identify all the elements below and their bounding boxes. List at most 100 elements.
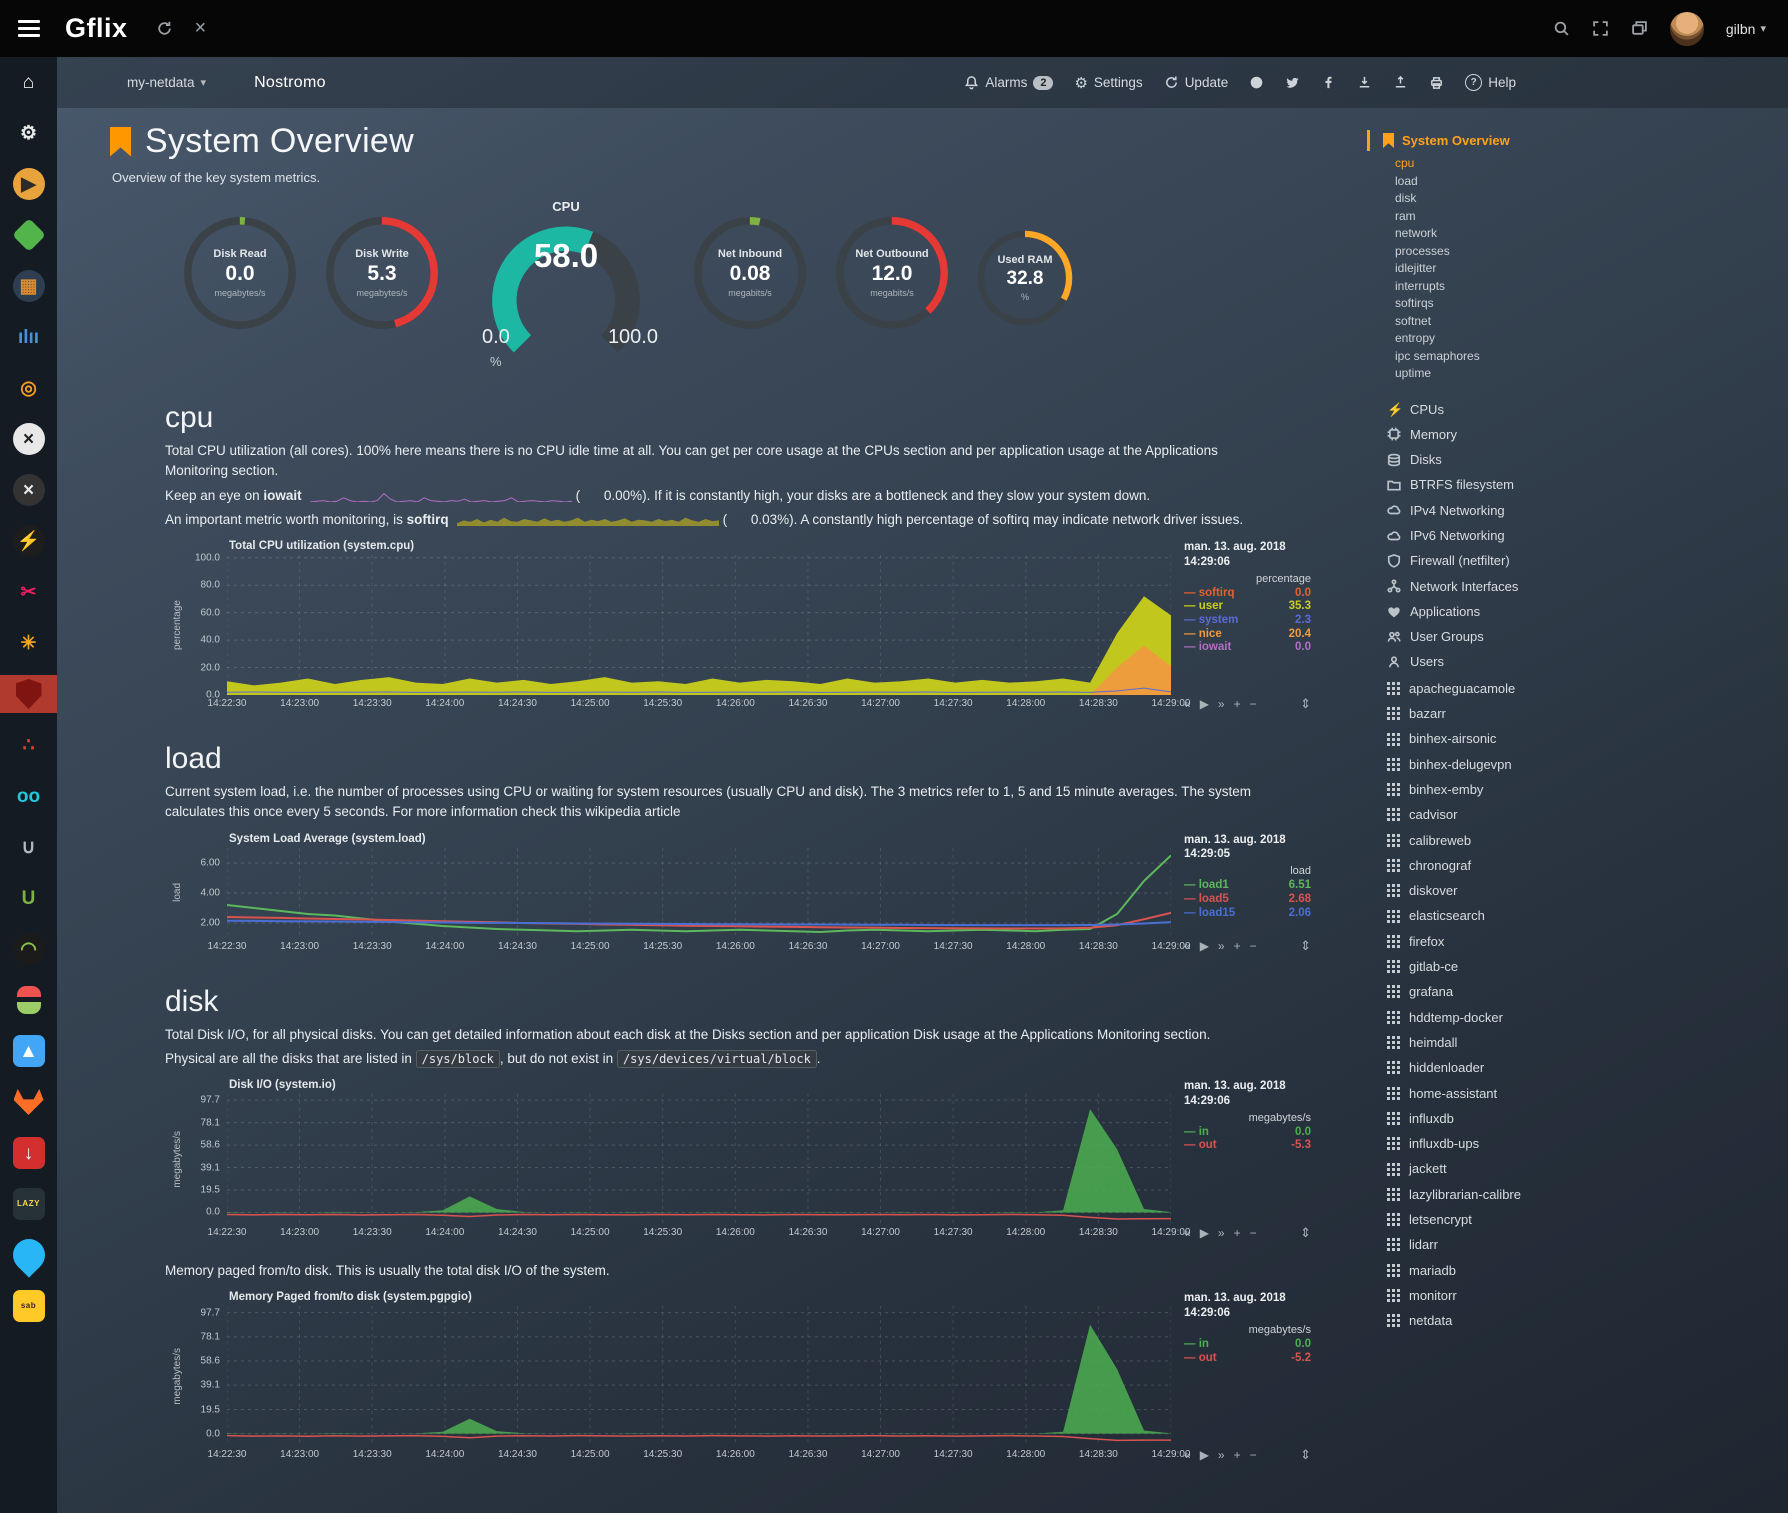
menu-app-item[interactable]: chronograf	[1387, 853, 1619, 878]
app-pills-icon[interactable]	[0, 981, 57, 1019]
chart-resize-icon[interactable]: ⇕	[1300, 1447, 1311, 1463]
help-button[interactable]: Help	[1465, 74, 1516, 91]
menu-section-btrfs[interactable]: BTRFS filesystem	[1387, 472, 1619, 497]
app-horseshoe-icon[interactable]: ∪	[0, 828, 57, 866]
menu-app-item[interactable]: diskover	[1387, 878, 1619, 903]
chart-tool-icon[interactable]: −	[1250, 939, 1257, 953]
home-icon[interactable]: ⌂	[0, 63, 57, 101]
app-cloud-icon[interactable]: oo	[0, 777, 57, 815]
menu-app-item[interactable]: hddtemp-docker	[1387, 1005, 1619, 1030]
cpu-gauge[interactable]: CPU 58.0 0.0 100.0 %	[466, 203, 666, 371]
menu-app-item[interactable]: gitlab-ce	[1387, 954, 1619, 979]
chart-plot[interactable]	[227, 848, 1171, 938]
app-gitlab-icon[interactable]	[0, 1083, 57, 1121]
disk-read-gauge[interactable]: Disk Read 0.0 megabytes/s	[182, 215, 298, 331]
menu-subitem[interactable]: softnet	[1395, 313, 1619, 331]
menu-app-item[interactable]: calibreweb	[1387, 828, 1619, 853]
menu-app-item[interactable]: apacheguacamole	[1387, 676, 1619, 701]
menu-section-firewall[interactable]: Firewall (netfilter)	[1387, 548, 1619, 573]
menu-section-user-groups[interactable]: User Groups	[1387, 624, 1619, 649]
legend-item[interactable]: system 2.3	[1184, 614, 1311, 628]
menu-app-item[interactable]: lidarr	[1387, 1232, 1619, 1257]
menu-app-item[interactable]: influxdb-ups	[1387, 1131, 1619, 1156]
user-avatar[interactable]	[1670, 12, 1704, 46]
fullscreen-icon[interactable]	[1592, 20, 1609, 37]
update-button[interactable]: Update	[1164, 75, 1229, 90]
chart-tool-icon[interactable]: »	[1218, 697, 1225, 711]
menu-app-item[interactable]: mariadb	[1387, 1258, 1619, 1283]
menu-subitem[interactable]: interrupts	[1395, 278, 1619, 296]
menu-app-item[interactable]: letsencrypt	[1387, 1207, 1619, 1232]
legend-item[interactable]: user 35.3	[1184, 600, 1311, 614]
menu-app-item[interactable]: binhex-delugevpn	[1387, 752, 1619, 777]
legend-item[interactable]: out -5.3	[1184, 1139, 1311, 1153]
chart-tool-icon[interactable]: ▶	[1200, 1226, 1209, 1240]
app-plex-icon[interactable]: ▶	[0, 165, 57, 203]
menu-system-overview[interactable]: System Overview	[1367, 130, 1619, 151]
app-hydra-icon[interactable]: ✳	[0, 624, 57, 662]
user-menu[interactable]: gilbn ▾	[1726, 21, 1766, 37]
app-upload-icon[interactable]: ▲	[0, 1032, 57, 1070]
menu-app-item[interactable]: jackett	[1387, 1156, 1619, 1181]
used-ram-gauge[interactable]: Used RAM 32.8 %	[976, 229, 1074, 327]
chart-tool-icon[interactable]: ▶	[1200, 1448, 1209, 1462]
settings-gear-icon[interactable]: ⚙	[0, 114, 57, 152]
app-snake-icon[interactable]: ◠	[0, 930, 57, 968]
menu-subitem[interactable]: softirqs	[1395, 295, 1619, 313]
menu-section-disks[interactable]: Disks	[1387, 447, 1619, 472]
menu-subitem[interactable]: network	[1395, 225, 1619, 243]
menu-app-item[interactable]: home-assistant	[1387, 1081, 1619, 1106]
chart-resize-icon[interactable]: ⇕	[1300, 938, 1311, 954]
menu-app-item[interactable]: elasticsearch	[1387, 903, 1619, 928]
menu-subitem[interactable]: load	[1395, 173, 1619, 191]
chart-tool-icon[interactable]: −	[1250, 1448, 1257, 1462]
github-button[interactable]	[1249, 75, 1264, 90]
chart-tool-icon[interactable]: +	[1234, 939, 1241, 953]
menu-section-users[interactable]: Users	[1387, 649, 1619, 674]
menu-subitem[interactable]: disk	[1395, 190, 1619, 208]
legend-item[interactable]: load1 6.51	[1184, 879, 1311, 893]
windows-icon[interactable]	[1631, 20, 1648, 37]
chart-tool-icon[interactable]: +	[1234, 1226, 1241, 1240]
net-outbound-gauge[interactable]: Net Outbound 12.0 megabits/s	[834, 215, 950, 331]
chart-tool-icon[interactable]: ▶	[1200, 697, 1209, 711]
legend-item[interactable]: in 0.0	[1184, 1338, 1311, 1352]
chart-plot[interactable]	[227, 555, 1171, 695]
app-bolt-icon[interactable]: ⚡	[0, 522, 57, 560]
menu-app-item[interactable]: binhex-airsonic	[1387, 726, 1619, 751]
chart-plot[interactable]	[227, 1094, 1171, 1224]
app-shield-icon[interactable]	[0, 675, 57, 713]
legend-item[interactable]: load5 2.68	[1184, 893, 1311, 907]
legend-item[interactable]: load15 2.06	[1184, 907, 1311, 921]
menu-section-interfaces[interactable]: Network Interfaces	[1387, 574, 1619, 599]
menu-subitem[interactable]: idlejitter	[1395, 260, 1619, 278]
legend-item[interactable]: nice 20.4	[1184, 628, 1311, 642]
chart-resize-icon[interactable]: ⇕	[1300, 696, 1311, 712]
menu-app-item[interactable]: heimdall	[1387, 1030, 1619, 1055]
refresh-icon[interactable]	[156, 20, 173, 37]
settings-button[interactable]: ⚙ Settings	[1074, 74, 1142, 92]
chart-tool-icon[interactable]: ▶	[1200, 939, 1209, 953]
facebook-button[interactable]	[1321, 75, 1336, 90]
menu-app-item[interactable]: firefox	[1387, 929, 1619, 954]
legend-item[interactable]: in 0.0	[1184, 1126, 1311, 1140]
menu-app-item[interactable]: cadvisor	[1387, 802, 1619, 827]
menu-subitem[interactable]: ipc semaphores	[1395, 348, 1619, 366]
print-button[interactable]	[1429, 75, 1444, 90]
legend-item[interactable]: iowait 0.0	[1184, 641, 1311, 655]
close-tab-icon[interactable]: ×	[195, 17, 207, 40]
menu-subitem[interactable]: uptime	[1395, 365, 1619, 383]
legend-item[interactable]: out -5.2	[1184, 1352, 1311, 1366]
hamburger-menu-icon[interactable]	[0, 0, 57, 57]
menu-subitem[interactable]: cpu	[1395, 155, 1619, 173]
chart-tool-icon[interactable]: »	[1218, 1448, 1225, 1462]
chart-tool-icon[interactable]: −	[1250, 1226, 1257, 1240]
menu-section-memory[interactable]: Memory	[1387, 422, 1619, 447]
app-dots-icon[interactable]: ∴	[0, 726, 57, 764]
disk-write-gauge[interactable]: Disk Write 5.3 megabytes/s	[324, 215, 440, 331]
chart-tool-icon[interactable]: »	[1218, 939, 1225, 953]
search-icon[interactable]	[1553, 20, 1570, 37]
menu-section-cpus[interactable]: ⚡CPUs	[1387, 397, 1619, 422]
menu-subitem[interactable]: entropy	[1395, 330, 1619, 348]
menu-section-ipv6[interactable]: IPv6 Networking	[1387, 523, 1619, 548]
